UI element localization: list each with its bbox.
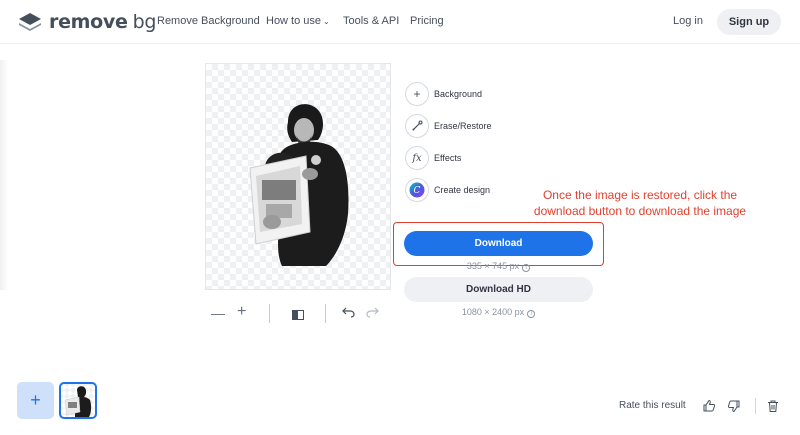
bottom-divider [755, 398, 756, 414]
rate-result-label: Rate this result [619, 400, 686, 411]
top-header: remove bg Remove Background How to use ⌄ T… [0, 0, 800, 44]
nav-tools-api[interactable]: Tools & API [343, 15, 399, 27]
download-hd-resolution: 1080 × 2400 px i [404, 307, 593, 318]
side-panel-edge [0, 60, 8, 290]
effects-icon: fx [405, 146, 429, 170]
svg-text:C: C [414, 186, 421, 196]
logo[interactable]: remove bg [17, 10, 156, 34]
download-resolution: 335 × 745 px i [404, 261, 593, 272]
info-icon[interactable]: i [522, 264, 531, 272]
option-erase-restore[interactable]: Erase/Restore [405, 114, 492, 138]
info-icon[interactable]: i [527, 310, 536, 318]
brush-icon [405, 114, 429, 138]
zoom-in-icon[interactable]: + [237, 303, 246, 321]
thumbs-down-icon[interactable] [727, 399, 741, 413]
undo-icon[interactable] [342, 305, 355, 321]
chevron-down-icon: ⌄ [323, 17, 330, 26]
download-hd-button[interactable]: Download HD [404, 277, 593, 302]
download-button[interactable]: Download [404, 231, 593, 256]
redo-icon[interactable] [366, 305, 379, 321]
nav-remove-background[interactable]: Remove Background [157, 15, 260, 27]
toolbar-divider [269, 304, 270, 323]
option-background[interactable]: + Background [405, 82, 482, 106]
option-effects[interactable]: fx Effects [405, 146, 461, 170]
person-cutout-image [249, 104, 349, 266]
zoom-out-icon[interactable]: — [211, 305, 225, 321]
nav-how-to-use[interactable]: How to use ⌄ [266, 15, 330, 27]
image-preview[interactable] [205, 63, 391, 290]
nav-pricing[interactable]: Pricing [410, 15, 444, 27]
logo-icon [19, 13, 41, 31]
trash-icon[interactable] [766, 399, 780, 413]
image-thumbnail[interactable] [59, 382, 97, 419]
instruction-annotation: Once the image is restored, click the do… [533, 188, 747, 218]
add-image-button[interactable]: + [17, 382, 54, 419]
thumbs-up-icon[interactable] [702, 399, 716, 413]
compare-icon[interactable] [292, 307, 304, 323]
login-link[interactable]: Log in [673, 15, 703, 27]
logo-text: remove bg [49, 11, 157, 33]
signup-button[interactable]: Sign up [717, 9, 781, 35]
canva-icon: C [405, 178, 429, 202]
toolbar-divider [325, 304, 326, 323]
option-create-design[interactable]: C Create design [405, 178, 490, 202]
plus-icon: + [405, 82, 429, 106]
